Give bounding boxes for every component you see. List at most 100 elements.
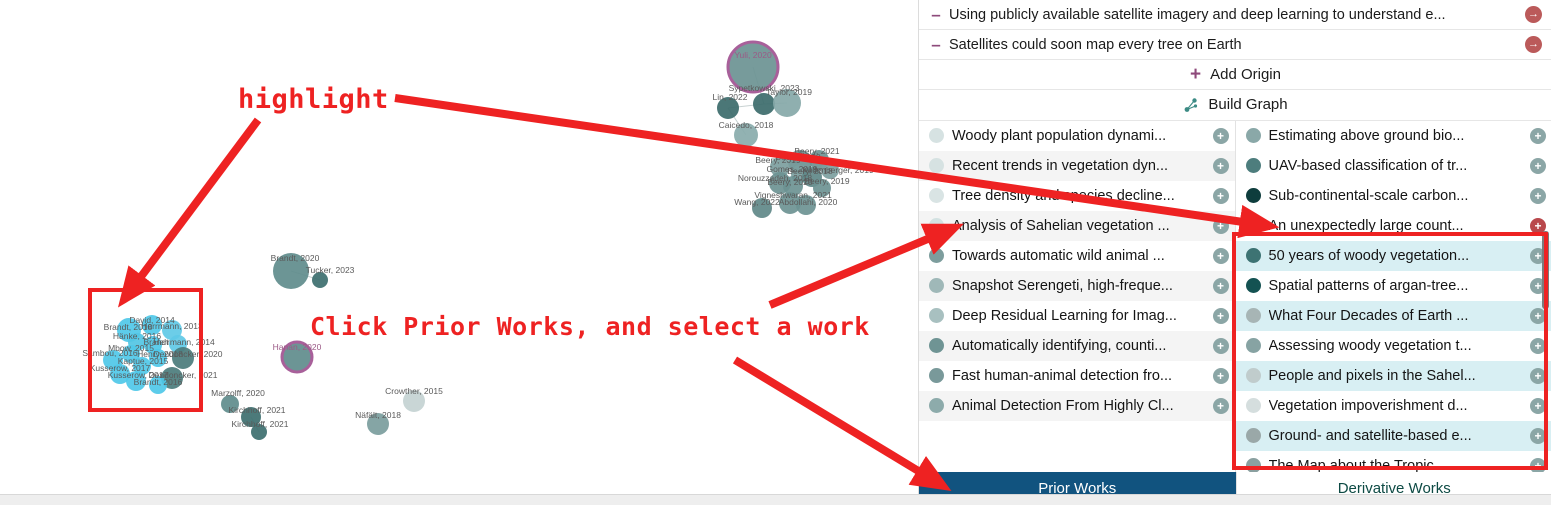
graph-node[interactable]	[367, 413, 389, 435]
graph-node[interactable]	[312, 272, 328, 288]
add-work-button[interactable]: +	[1212, 127, 1229, 144]
add-work-button[interactable]: +	[1212, 367, 1229, 384]
add-work-button[interactable]: +	[1530, 157, 1546, 174]
work-list-item[interactable]: Vegetation impoverishment d... +	[1235, 390, 1551, 421]
work-list-item[interactable]: Snapshot Serengeti, high-freque... +	[919, 270, 1235, 301]
add-origin-button[interactable]: + Add Origin	[919, 60, 1551, 91]
work-title: Tree density and species decline...	[952, 187, 1175, 204]
add-work-button[interactable]: +	[1212, 157, 1229, 174]
window-bottom-strip	[0, 494, 1551, 505]
graph-node[interactable]	[821, 161, 839, 179]
graph-node[interactable]	[753, 93, 775, 115]
work-list-item[interactable]: Tree density and species decline... +	[919, 181, 1235, 211]
add-origin-label: Add Origin	[1210, 66, 1281, 84]
add-work-button[interactable]: +	[1530, 337, 1546, 354]
work-title: Ground- and satellite-based e...	[1268, 427, 1472, 444]
build-graph-button[interactable]: Build Graph	[919, 90, 1551, 121]
works-columns: Woody plant population dynami... + Recent …	[919, 120, 1551, 472]
work-list-item[interactable]: Towards automatic wild animal ... +	[919, 241, 1235, 271]
add-work-button[interactable]: +	[1212, 307, 1229, 324]
arrow-right-icon[interactable]: →	[1525, 36, 1542, 53]
work-color-dot	[929, 188, 944, 204]
build-graph-label: Build Graph	[1208, 96, 1288, 114]
work-title: An unexpectedly large count...	[1268, 217, 1464, 234]
add-work-button[interactable]: +	[1212, 247, 1229, 264]
add-work-button[interactable]: +	[1530, 127, 1546, 144]
graph-node[interactable]	[221, 395, 239, 413]
add-work-button[interactable]: +	[1530, 427, 1546, 444]
work-list-item[interactable]: Fast human-animal detection fro... +	[919, 361, 1235, 391]
add-work-button[interactable]: +	[1212, 187, 1229, 204]
work-list-item[interactable]: What Four Decades of Earth ... +	[1235, 300, 1551, 331]
work-title: Vegetation impoverishment d...	[1268, 397, 1468, 414]
work-list-item[interactable]: Analysis of Sahelian vegetation ... +	[919, 210, 1235, 241]
work-title: Animal Detection From Highly Cl...	[952, 397, 1174, 414]
work-list-item[interactable]: UAV-based classification of tr... +	[1236, 151, 1551, 181]
add-work-button[interactable]: +	[1530, 307, 1546, 324]
work-color-dot	[1245, 428, 1261, 444]
add-work-button[interactable]: +	[1212, 217, 1229, 234]
work-title: Recent trends in vegetation dyn...	[952, 157, 1169, 174]
work-list-item[interactable]: Sub-continental-scale carbon... +	[1236, 181, 1551, 211]
work-list-item[interactable]: 50 years of woody vegetation... +	[1235, 240, 1551, 271]
graph-node[interactable]	[273, 253, 309, 289]
add-work-button[interactable]: +	[1530, 397, 1546, 414]
derivative-works-scrollbar[interactable]	[1542, 230, 1549, 309]
derivative-works-column[interactable]: Estimating above ground bio... + UAV-based…	[1235, 120, 1551, 472]
graph-node[interactable]	[717, 97, 739, 119]
graph-node[interactable]	[251, 424, 267, 440]
work-list-item[interactable]: Deep Residual Learning for Imag... +	[919, 301, 1235, 331]
add-work-button[interactable]: +	[1530, 187, 1546, 204]
work-title: The Map about the Tropic...	[1268, 457, 1446, 472]
graph-node[interactable]	[241, 407, 261, 427]
graph-node[interactable]	[773, 89, 801, 117]
work-list-item[interactable]: Ground- and satellite-based e... +	[1235, 420, 1551, 451]
collapse-icon[interactable]: –	[927, 6, 945, 23]
work-list-item[interactable]: Recent trends in vegetation dyn... +	[919, 150, 1235, 181]
graph-node[interactable]	[796, 195, 816, 215]
graph-node[interactable]	[142, 315, 162, 335]
graph-node[interactable]	[813, 179, 831, 197]
graph-node[interactable]	[149, 376, 167, 394]
graph-node[interactable]	[126, 371, 146, 391]
work-title: Assessing woody vegetation t...	[1268, 337, 1472, 354]
work-color-dot	[929, 368, 944, 384]
collapse-icon[interactable]: –	[927, 36, 945, 53]
add-work-button[interactable]: +	[1530, 367, 1546, 384]
graph-node[interactable]	[726, 40, 780, 94]
work-list-item[interactable]: Assessing woody vegetation t... +	[1235, 330, 1551, 361]
graph-node[interactable]	[734, 123, 758, 147]
work-list-item[interactable]: Animal Detection From Highly Cl... +	[919, 390, 1235, 421]
work-list-item[interactable]: Woody plant population dynami... +	[919, 121, 1235, 151]
work-list-item[interactable]: People and pixels in the Sahel... +	[1235, 360, 1551, 391]
citation-graph-canvas[interactable]: Yuli, 2020 Sypetkowski, 2023 Lin, 2022 Tayl…	[0, 0, 918, 495]
origin-row[interactable]: – Using publicly available satellite imag…	[919, 0, 1551, 30]
work-list-item[interactable]: Automatically identifying, counti... +	[919, 330, 1235, 361]
app-root: Yuli, 2020 Sypetkowski, 2023 Lin, 2022 Tayl…	[0, 0, 1551, 505]
arrow-right-icon[interactable]: →	[1525, 6, 1542, 23]
add-work-button[interactable]: +	[1530, 457, 1546, 472]
add-work-button[interactable]: +	[1212, 397, 1229, 414]
work-title: Snapshot Serengeti, high-freque...	[952, 277, 1173, 294]
origin-row[interactable]: – Satellites could soon map every tree on…	[919, 30, 1551, 60]
graph-node[interactable]	[403, 390, 425, 412]
add-work-button[interactable]: +	[1212, 337, 1229, 354]
graph-node[interactable]	[752, 198, 772, 218]
graph-node[interactable]	[149, 349, 167, 367]
prior-works-column[interactable]: Woody plant population dynami... + Recent …	[919, 120, 1236, 472]
work-color-dot	[929, 338, 944, 354]
work-color-dot	[1245, 128, 1261, 144]
work-list-item[interactable]: Estimating above ground bio... +	[1236, 121, 1551, 151]
add-work-button[interactable]: +	[1212, 277, 1229, 294]
work-color-dot	[929, 218, 944, 234]
graph-node[interactable]	[172, 347, 194, 369]
work-color-dot	[1245, 278, 1261, 294]
graph-node[interactable]	[280, 340, 314, 374]
work-list-item[interactable]: The Map about the Tropic... +	[1235, 450, 1551, 472]
work-title: Estimating above ground bio...	[1268, 127, 1465, 144]
work-list-item[interactable]: Spatial patterns of argan-tree... +	[1235, 270, 1551, 301]
work-color-dot	[929, 158, 944, 174]
work-list-item[interactable]: An unexpectedly large count... +	[1236, 211, 1551, 241]
work-color-dot	[1245, 308, 1261, 324]
work-color-dot	[929, 128, 944, 144]
